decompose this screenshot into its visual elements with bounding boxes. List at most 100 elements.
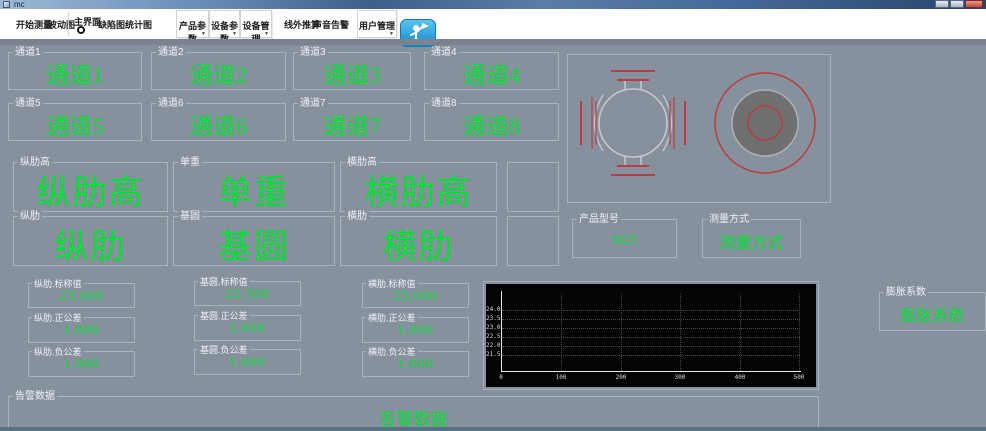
toolbar-wave-chart[interactable]: 波动图 — [48, 18, 75, 31]
tol-cross-rib-plus-caption: 横肋.正公差 — [366, 313, 418, 324]
tol-long-rib-nominal-caption: 纵肋.标称值 — [32, 279, 84, 290]
product-model-value: D23 — [573, 220, 676, 257]
main-toolbar: 开始测量 波动图 主界面 缺陷图 统计图 产品参数 ▼ 设备参数 ▼ 设备管理 … — [0, 9, 986, 39]
channel-4-value: 通道4 — [425, 53, 558, 89]
tol-base-circle-plus-box: 基圆.正公差 1.000 — [194, 315, 301, 341]
param-unit-weight-value: 单重 — [174, 163, 334, 211]
chart-y-tick: 23.0 — [486, 324, 500, 331]
window-controls — [935, 0, 983, 8]
param-long-rib-caption: 纵肋 — [18, 211, 42, 222]
channel-4-caption: 通道4 — [429, 47, 459, 58]
toolbar-separator — [68, 12, 69, 36]
window-titlebar: mc — [0, 0, 986, 9]
chart-gridline — [740, 294, 741, 371]
toolbar-device-mgmt-dropdown[interactable]: 设备管理 ▼ — [240, 10, 272, 38]
expansion-coefficient-caption: 膨胀系数 — [884, 287, 928, 298]
toolbar-device-params-dropdown[interactable]: 设备参数 ▼ — [209, 10, 240, 38]
chart-gridline — [502, 319, 800, 320]
channel-1-value: 通道1 — [9, 53, 141, 89]
minimize-button[interactable] — [935, 0, 949, 8]
channel-2-value: 通道2 — [152, 53, 285, 89]
channel-8-value: 通道8 — [425, 104, 558, 140]
param-base-circle-caption: 基圆 — [178, 211, 202, 222]
param-base-circle-value: 基圆 — [174, 217, 334, 265]
maximize-button[interactable] — [950, 0, 964, 8]
toolbar-start-measure[interactable]: 开始测量 — [16, 18, 52, 31]
chart-x-axis — [501, 371, 801, 372]
channel-8-caption: 通道8 — [429, 98, 459, 109]
measure-method-box[interactable]: 测量方式 测量方式 — [702, 219, 801, 258]
toolbar-stats-chart[interactable]: 统计图 — [125, 18, 152, 31]
channel-box-3[interactable]: 通道3 通道3 — [293, 52, 411, 90]
tol-base-circle-minus-caption: 基圆.负公差 — [198, 345, 250, 356]
channel-box-4[interactable]: 通道4 通道4 — [424, 52, 559, 90]
param-long-rib-height-value: 纵肋高 — [14, 163, 167, 211]
channel-box-2[interactable]: 通道2 通道2 — [151, 52, 286, 90]
chart-x-tick: 300 — [665, 374, 695, 381]
chart-x-tick: 500 — [784, 374, 814, 381]
channel-3-value: 通道3 — [294, 53, 410, 89]
chart-y-tick: 22.0 — [486, 342, 500, 349]
channel-5-caption: 通道5 — [13, 98, 43, 109]
tol-cross-rib-nominal-caption: 横肋.标称值 — [366, 279, 418, 290]
tol-cross-rib-minus-caption: 横肋.负公差 — [366, 347, 418, 358]
param-cross-rib-height-value: 横肋高 — [341, 163, 496, 211]
chart-gridline — [502, 346, 800, 347]
chart-gridline — [561, 294, 562, 371]
chart-y-axis — [501, 291, 502, 372]
channel-2-caption: 通道2 — [156, 47, 186, 58]
alarm-data-box: 告警数据 告警数据 — [8, 396, 819, 429]
chevron-down-icon: ▼ — [264, 31, 269, 37]
channel-box-7[interactable]: 通道7 通道7 — [293, 103, 411, 141]
toolbar-user-mgmt-dropdown[interactable]: 用户管理 ▼ — [357, 10, 397, 38]
channel-7-caption: 通道7 — [298, 98, 328, 109]
param-box-base-circle: 基圆 基圆 — [173, 216, 335, 266]
param-cross-rib-value: 横肋 — [341, 217, 496, 265]
channel-5-value: 通道5 — [9, 104, 141, 140]
tol-base-circle-nominal-box: 基圆.标称值 22.500 — [194, 281, 301, 306]
trend-chart-plot-area: 24.0 23.5 23.0 22.5 22.0 21.5 0 100 200 … — [486, 284, 816, 387]
channel-box-1[interactable]: 通道1 通道1 — [8, 52, 142, 90]
param-box-cross-rib: 横肋 横肋 — [340, 216, 497, 266]
tol-base-circle-nominal-caption: 基圆.标称值 — [198, 277, 250, 288]
channel-3-caption: 通道3 — [298, 47, 328, 58]
expansion-coefficient-value: 膨胀系数 — [880, 293, 985, 330]
cross-section-panel — [567, 54, 831, 203]
chevron-down-icon: ▼ — [201, 31, 206, 37]
channel-6-value: 通道6 — [152, 104, 285, 140]
chevron-down-icon: ▼ — [389, 31, 394, 37]
tol-long-rib-plus-caption: 纵肋.正公差 — [32, 313, 84, 324]
chevron-down-icon: ▼ — [232, 31, 237, 37]
channel-1-caption: 通道1 — [13, 47, 43, 58]
tol-cross-rib-minus-box: 横肋.负公差 1.000 — [362, 351, 469, 377]
app-icon — [3, 1, 10, 8]
channel-6-caption: 通道6 — [156, 98, 186, 109]
tol-long-rib-minus-box: 纵肋.负公差 1.000 — [28, 351, 135, 377]
param-long-rib-value: 纵肋 — [14, 217, 167, 265]
channel-box-5[interactable]: 通道5 通道5 — [8, 103, 142, 141]
param-long-rib-height-caption: 纵肋高 — [18, 157, 52, 168]
channel-7-value: 通道7 — [294, 104, 410, 140]
chart-gridline — [502, 355, 800, 356]
param-box-long-rib-height: 纵肋高 纵肋高 — [13, 162, 168, 212]
channel-box-8[interactable]: 通道8 通道8 — [424, 103, 559, 141]
close-button[interactable] — [965, 0, 983, 8]
product-model-box[interactable]: 产品型号 D23 — [572, 219, 677, 258]
toolbar-product-params-dropdown[interactable]: 产品参数 ▼ — [176, 10, 209, 38]
param-box-long-rib: 纵肋 纵肋 — [13, 216, 168, 266]
measure-method-value: 测量方式 — [703, 220, 800, 257]
param-cross-rib-height-caption: 横肋高 — [345, 157, 379, 168]
tol-cross-rib-plus-box: 横肋.正公差 1.000 — [362, 317, 469, 343]
channel-box-6[interactable]: 通道6 通道6 — [151, 103, 286, 141]
chart-y-tick: 24.0 — [486, 306, 500, 313]
param-box-cross-rib-height: 横肋高 横肋高 — [340, 162, 497, 212]
chart-x-tick: 200 — [606, 374, 636, 381]
expansion-coefficient-box: 膨胀系数 膨胀系数 — [879, 292, 986, 331]
toolbar-defect-chart[interactable]: 缺陷图 — [98, 18, 125, 31]
param-box-extra-1 — [507, 162, 559, 212]
window-bottom-border — [0, 427, 986, 431]
tol-long-rib-minus-caption: 纵肋.负公差 — [32, 347, 84, 358]
toolbar-sound-alarm[interactable]: 声音告警 — [313, 18, 349, 31]
param-unit-weight-caption: 单重 — [178, 157, 202, 168]
alarm-data-value: 告警数据 — [9, 397, 818, 428]
